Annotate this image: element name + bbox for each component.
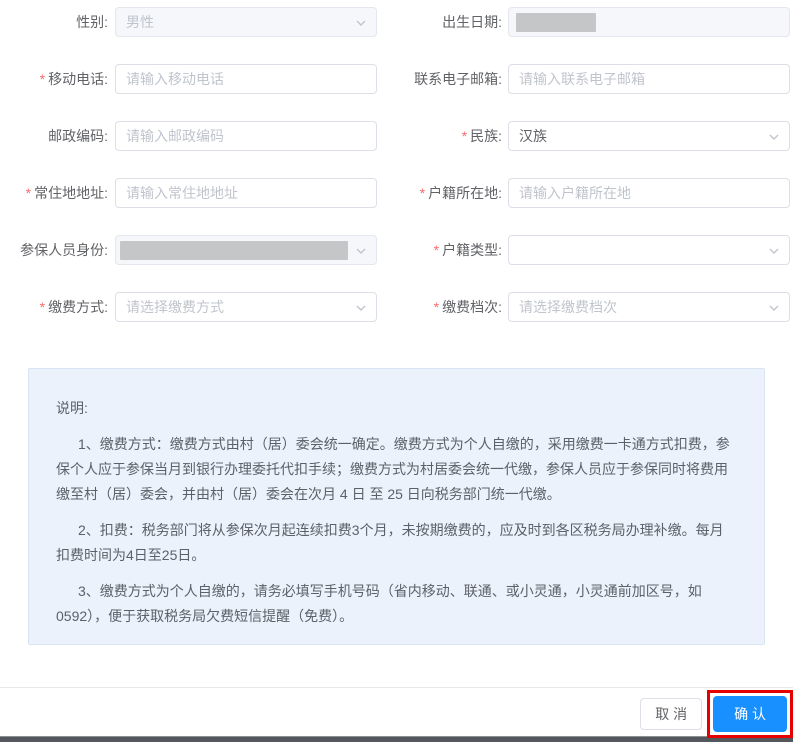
identity-select[interactable] bbox=[115, 235, 377, 265]
gender-label: 性别: bbox=[76, 14, 108, 30]
birth-date-input[interactable] bbox=[508, 7, 790, 37]
dialog-footer: 取 消 确 认 bbox=[0, 687, 793, 740]
gender-select[interactable]: 男性 bbox=[115, 7, 377, 37]
instruction-paragraph-3: 3、缴费方式为个人自缴的，请务必填写手机号码（省内移动、联通、或小灵通，小灵通前… bbox=[56, 583, 702, 624]
pay-method-placeholder: 请选择缴费方式 bbox=[126, 299, 224, 315]
residence-input-wrap bbox=[115, 178, 377, 208]
chevron-down-icon bbox=[769, 305, 779, 311]
form-area: 性别: 男性 出生日期: *移动电话: 联系电子邮箱: 邮政编码: bbox=[0, 0, 793, 322]
form-row-1: 性别: 男性 出生日期: bbox=[0, 7, 793, 37]
hukou-type-label: * 户籍类型: bbox=[433, 242, 502, 258]
ethnicity-value: 汉族 bbox=[519, 128, 547, 144]
residence-label: * 常住地地址: bbox=[25, 185, 108, 201]
email-input[interactable] bbox=[519, 71, 761, 87]
required-asterisk: * bbox=[25, 185, 32, 201]
pay-tier-label: * 缴费档次: bbox=[433, 299, 502, 315]
postal-input[interactable] bbox=[126, 128, 348, 144]
instructions-box: 说明: 1、缴费方式：缴费方式由村（居）委会统一确定。缴费方式为个人自缴的，采用… bbox=[28, 368, 765, 645]
form-row-4: *常住地地址: *户籍所在地: bbox=[0, 178, 793, 208]
hukou-place-label: * 户籍所在地: bbox=[419, 185, 502, 201]
instruction-paragraph-2: 2、扣费：税务部门将从参保次月起连续扣费3个月，未按期缴费的，应及时到各区税务局… bbox=[56, 522, 724, 563]
form-row-6: * 缴费方式: 请选择缴费方式 * 缴费档次: 请选择缴费档次 bbox=[0, 292, 793, 322]
chevron-down-icon bbox=[356, 305, 366, 311]
email-input-wrap bbox=[508, 64, 790, 94]
postal-label: 邮政编码: bbox=[48, 128, 108, 144]
chevron-down-icon bbox=[356, 248, 366, 254]
email-label: 联系电子邮箱: bbox=[414, 71, 502, 87]
confirm-button[interactable]: 确 认 bbox=[713, 696, 787, 732]
birth-date-label: 出生日期: bbox=[442, 14, 502, 30]
annotation-highlight: 确 认 bbox=[707, 690, 793, 738]
hukou-place-input[interactable] bbox=[519, 185, 761, 201]
enrollment-form-dialog: 性别: 男性 出生日期: *移动电话: 联系电子邮箱: 邮政编码: bbox=[0, 0, 793, 742]
mobile-input[interactable] bbox=[126, 71, 348, 87]
hukou-type-select[interactable] bbox=[508, 235, 790, 265]
chevron-down-icon bbox=[769, 134, 779, 140]
form-row-3: 邮政编码: *民族: 汉族 bbox=[0, 121, 793, 151]
residence-input[interactable] bbox=[126, 185, 348, 201]
pay-tier-select[interactable]: 请选择缴费档次 bbox=[508, 292, 790, 322]
mobile-label: * 移动电话: bbox=[39, 71, 108, 87]
redacted-value bbox=[120, 240, 348, 260]
mobile-input-wrap bbox=[115, 64, 377, 94]
identity-label: 参保人员身份: bbox=[20, 242, 108, 258]
gender-value: 男性 bbox=[126, 14, 154, 30]
ethnicity-label: * 民族: bbox=[461, 128, 502, 144]
instruction-paragraph-1: 1、缴费方式：缴费方式由村（居）委会统一确定。缴费方式为个人自缴的，采用缴费一卡… bbox=[56, 436, 730, 502]
instructions-title: 说明: bbox=[56, 400, 88, 416]
chevron-down-icon bbox=[769, 248, 779, 254]
pay-tier-placeholder: 请选择缴费档次 bbox=[519, 299, 617, 315]
postal-input-wrap bbox=[115, 121, 377, 151]
pay-method-label: * 缴费方式: bbox=[39, 299, 108, 315]
redacted-value bbox=[516, 12, 596, 32]
hukou-place-input-wrap bbox=[508, 178, 790, 208]
ethnicity-select[interactable]: 汉族 bbox=[508, 121, 790, 151]
required-asterisk: * bbox=[39, 71, 46, 87]
required-asterisk: * bbox=[433, 299, 440, 315]
required-asterisk: * bbox=[39, 299, 46, 315]
cancel-button[interactable]: 取 消 bbox=[640, 698, 703, 730]
form-row-2: *移动电话: 联系电子邮箱: bbox=[0, 64, 793, 94]
required-asterisk: * bbox=[461, 128, 468, 144]
chevron-down-icon bbox=[356, 20, 366, 26]
pay-method-select[interactable]: 请选择缴费方式 bbox=[115, 292, 377, 322]
form-row-5: 参保人员身份: * 户籍类型: bbox=[0, 235, 793, 265]
required-asterisk: * bbox=[419, 185, 426, 201]
required-asterisk: * bbox=[433, 242, 440, 258]
